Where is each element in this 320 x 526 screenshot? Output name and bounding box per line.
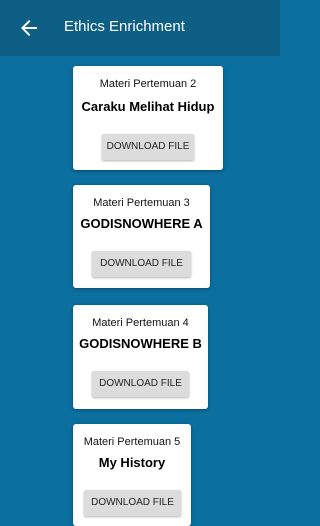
card-title: GODISNOWHERE B xyxy=(79,336,202,351)
material-card: Materi Pertemuan 2 Caraku Melihat Hidup … xyxy=(73,66,223,170)
card-subtitle: Materi Pertemuan 4 xyxy=(92,317,189,329)
card-subtitle: Materi Pertemuan 3 xyxy=(93,197,190,209)
material-card: Materi Pertemuan 4 GODISNOWHERE B DOWNLO… xyxy=(73,305,208,409)
download-file-button[interactable]: DOWNLOAD FILE xyxy=(92,371,189,397)
card-title: GODISNOWHERE A xyxy=(80,216,203,231)
card-title: My History xyxy=(98,455,166,470)
download-file-button[interactable]: DOWNLOAD FILE xyxy=(102,134,194,160)
material-card: Materi Pertemuan 5 My History DOWNLOAD F… xyxy=(73,424,191,526)
download-file-button[interactable]: DOWNLOAD FILE xyxy=(92,251,191,277)
card-subtitle: Materi Pertemuan 2 xyxy=(99,78,197,90)
download-file-button[interactable]: DOWNLOAD FILE xyxy=(84,490,181,516)
card-title: Caraku Melihat Hidup xyxy=(81,99,215,114)
app-bar: Ethics Enrichment xyxy=(0,0,280,56)
arrow-left-icon[interactable] xyxy=(17,16,41,40)
card-subtitle: Materi Pertemuan 5 xyxy=(83,436,181,448)
material-card: Materi Pertemuan 3 GODISNOWHERE A DOWNLO… xyxy=(73,185,210,288)
page-title: Ethics Enrichment xyxy=(64,18,185,35)
